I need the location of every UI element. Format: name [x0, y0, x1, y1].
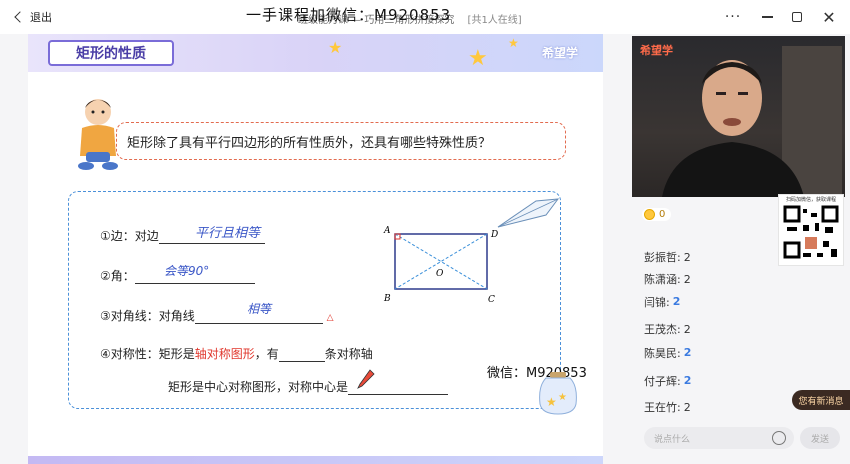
property-angle-label: ②角： [100, 269, 135, 283]
coin-counter: 0 [642, 208, 672, 221]
ranking-name: 付子辉: [644, 375, 681, 388]
svg-text:★: ★ [546, 395, 557, 409]
property-diagonal-label: ③对角线：对角线 [100, 309, 195, 323]
vertex-d: D [490, 230, 498, 240]
back-label: 退出 [30, 11, 52, 24]
ranking-name: 陈潇涵: [644, 273, 681, 286]
rectangle-diagram: A D B C O [383, 226, 498, 305]
ranking-item: 陈潇涵: 2 [644, 271, 691, 287]
handwritten-angle: 会等90° [164, 264, 210, 278]
minimize-icon [761, 16, 773, 18]
coin-count: 0 [659, 209, 666, 220]
ranking-name: 王茂杰: [644, 323, 681, 336]
property-diagonal: ③对角线：对角线 △ [100, 309, 334, 324]
new-message-button[interactable]: 您有新消息 [792, 390, 850, 410]
property-center: 矩形是中心对称图形，对称中心是 [168, 378, 449, 395]
medal-icon: 2 [683, 346, 692, 359]
ranking-item: 王茂杰: 2 [644, 321, 691, 337]
symmetry-suffix: 条对称轴 [324, 347, 373, 361]
pen-cursor-icon [357, 369, 375, 389]
star-icon: ★ [468, 46, 488, 71]
ranking-value: 2 [683, 272, 691, 286]
svg-text:★: ★ [558, 392, 567, 403]
title-bar: 退出 班级能力课 — 巧用三角形拼接探究 [共1人在线] 一手课程加微信：M92… [0, 0, 850, 34]
star-icon: ★ [328, 38, 343, 57]
ranking-name: 闫锦: [644, 296, 670, 309]
symmetry-mid: ，有 [254, 347, 279, 361]
ranking-value: 2 [683, 322, 691, 336]
handwritten-side: 平行且相等 [195, 226, 261, 241]
vertex-c: C [488, 295, 495, 305]
ranking-item: 陈昊民: 2 [644, 345, 694, 361]
back-button[interactable]: 退出 [14, 9, 52, 25]
ranking-value: 2 [683, 400, 691, 414]
slide-title: 矩形的性质 [48, 40, 174, 66]
send-button[interactable]: 发送 [800, 427, 840, 449]
handwritten-diagonal: 相等 [247, 302, 272, 316]
teacher-video: 希望学 [632, 36, 845, 197]
ranking-item: 闫锦: 2 [644, 294, 683, 310]
watermark-text: 一手课程加微信：M920853 [246, 6, 452, 24]
property-symmetry: ④对称性：矩形是轴对称图形，有 条对称轴 [100, 345, 373, 362]
star-icon: ★ [508, 36, 519, 50]
vertex-b: B [383, 294, 391, 304]
teacher-avatar [662, 46, 842, 197]
kite-icon [497, 198, 560, 228]
ranking-item: 王在竹: 2 [644, 399, 691, 415]
minimize-button[interactable] [756, 6, 778, 28]
qr-code-icon [783, 205, 839, 261]
symmetry-highlight: 轴对称图形 [194, 347, 255, 361]
chevron-left-icon [14, 11, 26, 23]
ranking-name: 陈昊民: [644, 347, 681, 360]
center-o: O [436, 269, 444, 279]
sidebar: 希望学 0 扫码加微信，获取课程 彭振哲: 2 陈潇涵: 2 闫锦: 2 王茂杰… [630, 34, 850, 464]
property-side-label: ①边：对边 [100, 229, 159, 243]
slide-footer [28, 456, 603, 464]
maximize-icon [792, 12, 802, 22]
ranking-item: 彭振哲: 2 [644, 249, 691, 265]
maximize-button[interactable] [786, 6, 808, 28]
medal-icon: 2 [683, 374, 692, 387]
close-button[interactable]: ✕ [818, 6, 840, 28]
question-box: 矩形除了具有平行四边形的所有性质外，还具有哪些特殊性质？ [116, 122, 566, 160]
medal-icon: 2 [672, 295, 681, 308]
ranking-value: 2 [683, 250, 691, 264]
symmetry-prefix: ④对称性：矩形是 [100, 347, 195, 361]
star-jar-icon: ★ ★ [539, 372, 577, 415]
coin-icon [644, 209, 655, 220]
brand-logo: 希望学 [542, 46, 579, 60]
slide-header: 矩形的性质 ★ ★ ★ 希望学 [28, 34, 603, 72]
more-options-icon[interactable]: ··· [722, 6, 744, 28]
qr-caption: 扫码加微信，获取课程 [785, 197, 836, 203]
ranking-item: 付子辉: 2 [644, 373, 694, 389]
ranking-name: 王在竹: [644, 401, 681, 414]
lesson-slide: 矩形的性质 ★ ★ ★ 希望学 矩形除了具有平行四边形的所有性质外，还具有哪些特… [28, 34, 603, 464]
center-prefix: 矩形是中心对称图形，对称中心是 [168, 380, 349, 394]
video-brand-logo: 希望学 [640, 44, 673, 57]
emoji-icon[interactable] [772, 431, 786, 445]
online-count: [共1人在线] [467, 15, 522, 26]
vertex-a: A [383, 226, 391, 236]
qr-code: 扫码加微信，获取课程 [778, 194, 844, 266]
ranking-name: 彭振哲: [644, 251, 681, 264]
